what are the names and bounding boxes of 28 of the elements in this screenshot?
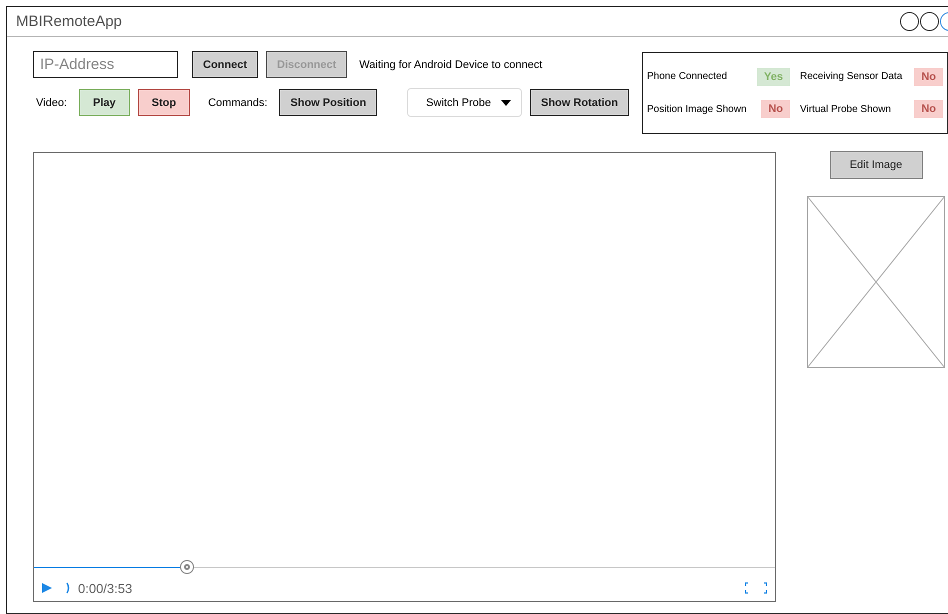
seek-handle[interactable] [180, 560, 194, 574]
stop-button[interactable]: Stop [138, 89, 190, 116]
status-label: Virtual Probe Shown [800, 104, 891, 115]
play-button[interactable]: Play [79, 89, 130, 116]
play-icon[interactable] [42, 583, 52, 593]
status-value: No [914, 100, 943, 118]
edit-image-button[interactable]: Edit Image [830, 151, 922, 179]
status-label: Phone Connected [647, 71, 728, 82]
window-title: MBIRemoteApp [16, 13, 122, 30]
window-control-icon[interactable] [900, 12, 919, 31]
window-control-icon[interactable] [920, 12, 939, 31]
ip-address-field[interactable]: IP-Address [33, 51, 178, 78]
status-value: Yes [757, 68, 790, 86]
caret-icon [500, 100, 511, 106]
label: Commands: [208, 96, 268, 108]
status-value: No [761, 100, 790, 118]
status-label: Receiving Sensor Data [800, 71, 902, 82]
command-button[interactable]: Show Position [279, 89, 378, 116]
volume-icon[interactable] [66, 582, 70, 594]
probe-dropdown[interactable]: Switch Probe [407, 88, 522, 117]
status-value: No [914, 68, 943, 86]
status-label: Position Image Shown [647, 104, 747, 115]
time-display: 0:00/3:53 [78, 580, 132, 596]
fullscreen-icon[interactable] [745, 582, 767, 594]
status-text: Waiting for Android Device to connect [359, 58, 542, 70]
command-button[interactable]: Show Rotation [530, 89, 629, 116]
label: Video: [36, 96, 67, 108]
connect-button[interactable]: Connect [192, 51, 258, 78]
